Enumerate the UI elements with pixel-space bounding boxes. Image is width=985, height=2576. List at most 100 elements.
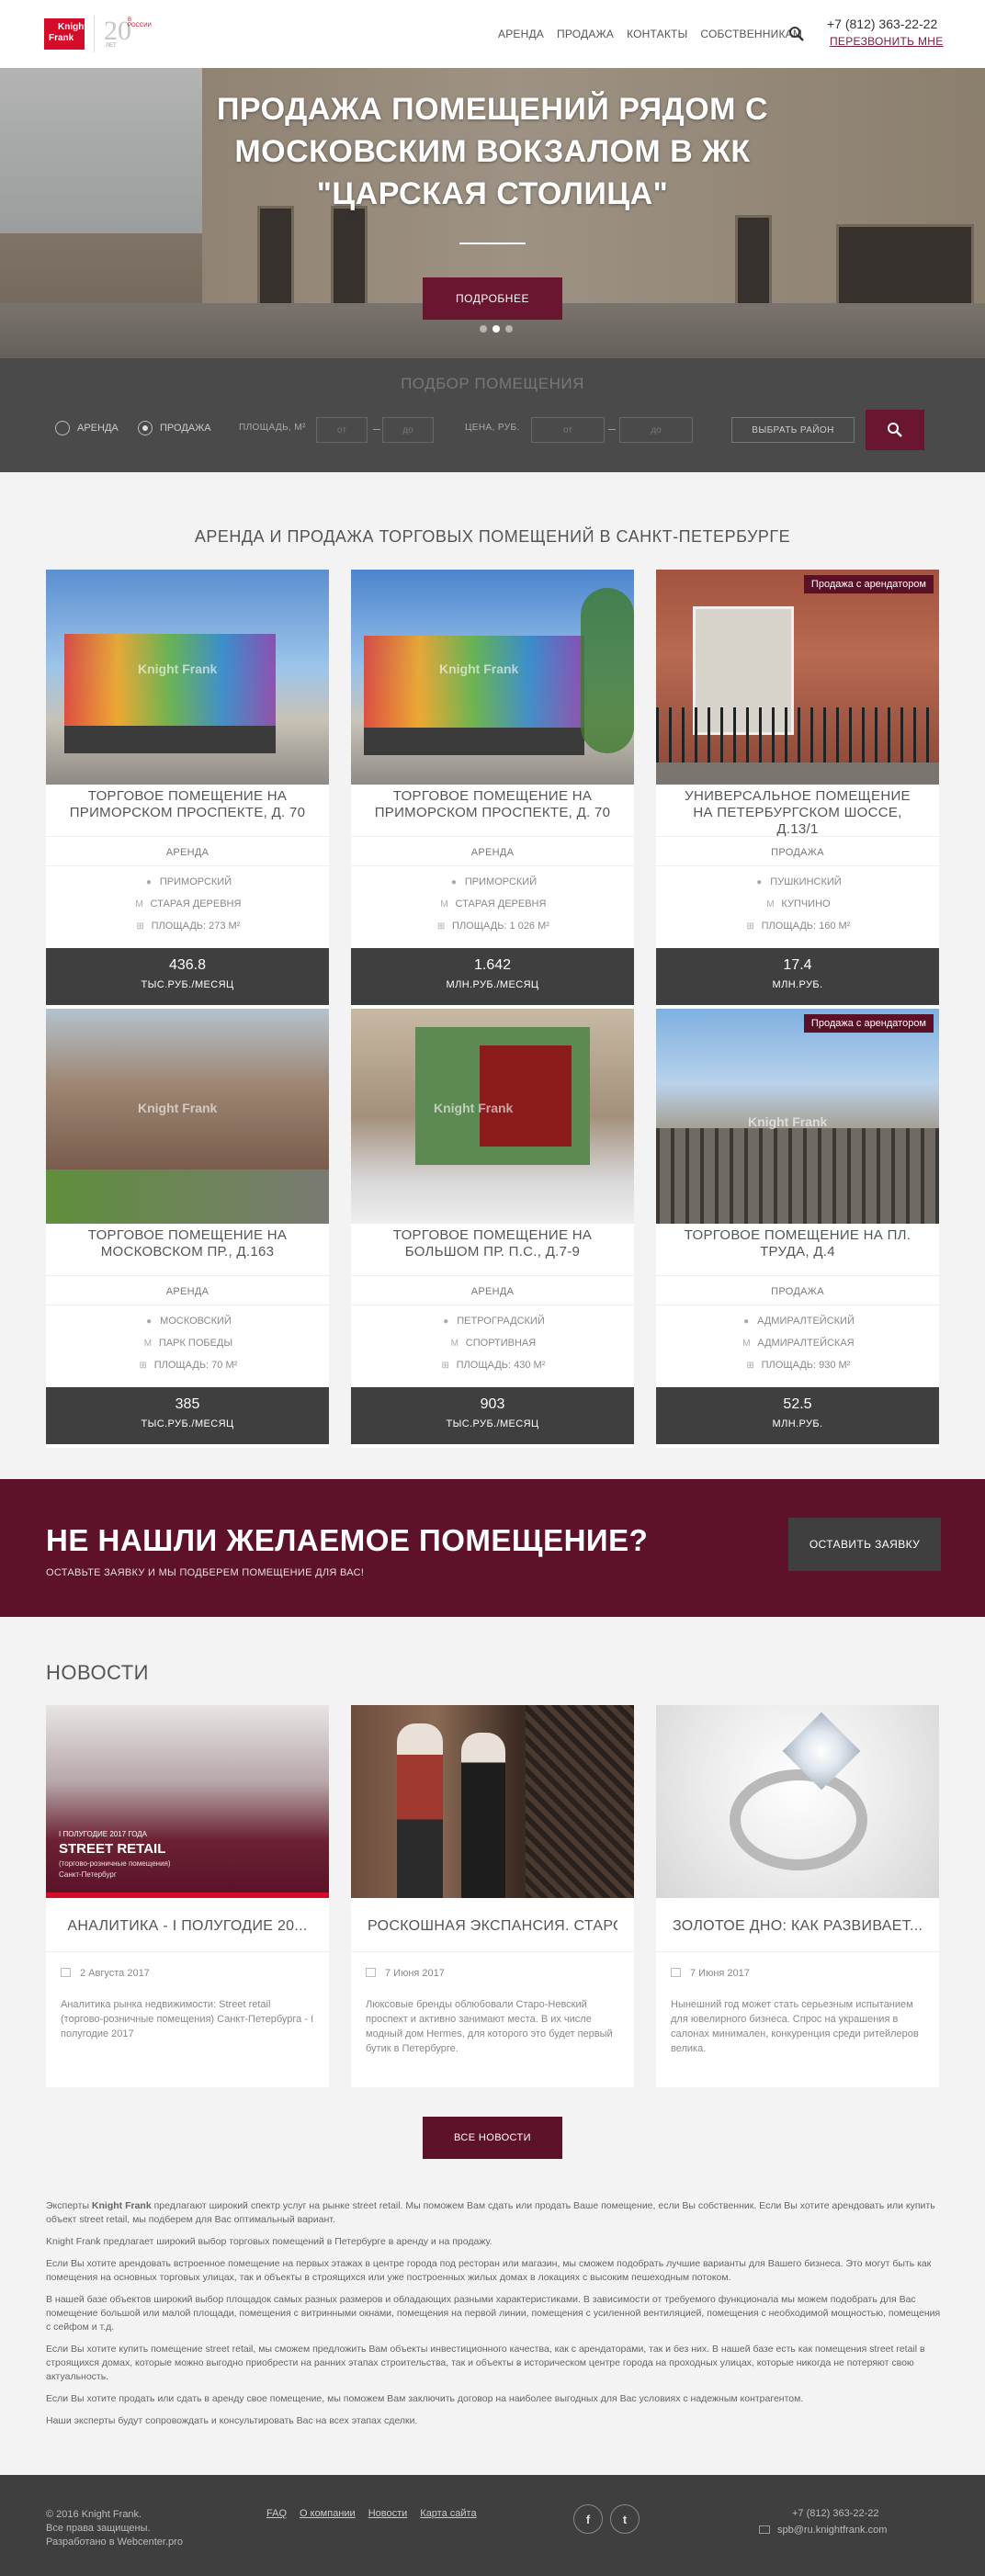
listing-title[interactable]: ТОРГОВОЕ ПОМЕЩЕНИЕ НА ПРИМОРСКОМ ПРОСПЕК… [64,788,311,821]
footer-link-news[interactable]: Новости [368,2508,408,2519]
nav-owners[interactable]: СОБСТВЕННИКАМ [700,28,802,40]
radio-rent[interactable]: АРЕНДА [55,421,119,435]
seo-text: Эксперты Knight Frank предлагают широкий… [46,2199,943,2436]
twitter-icon[interactable]: t [610,2504,640,2534]
search-icon[interactable] [788,26,805,42]
all-news-button[interactable]: ВСЕ НОВОСТИ [423,2117,562,2159]
seo-paragraph: Эксперты Knight Frank предлагают широкий… [46,2199,943,2227]
radio-sale-label: ПРОДАЖА [160,423,211,434]
radio-rent-label: АРЕНДА [77,423,119,434]
listing-metro: М СПОРТИВНАЯ [351,1338,634,1349]
price-unit: ТЫС.РУБ./МЕСЯЦ [141,979,234,990]
metro-icon: М [450,1339,459,1349]
news-title-text[interactable]: АНАЛИТИКА - I ПОЛУГОДИЕ 20... [62,1918,312,1935]
listing-title[interactable]: ТОРГОВОЕ ПОМЕЩЕНИЕ НА ПРИМОРСКОМ ПРОСПЕК… [369,788,616,821]
nav-rent[interactable]: АРЕНДА [498,28,544,40]
header-phone[interactable]: +7 (812) 363-22-22 [827,17,937,31]
seo-paragraph: Если Вы хотите арендовать встроенное пом… [46,2258,932,2283]
seo-paragraph: Knight Frank предлагает широкий выбор то… [46,2236,492,2247]
slider-dot[interactable] [505,325,513,333]
listing-district: ● ПРИМОРСКИЙ [351,876,634,887]
listing-title[interactable]: ТОРГОВОЕ ПОМЕЩЕНИЕ НА ПЛ. ТРУДА, Д.4 [674,1227,921,1260]
developer-credit[interactable]: Разработано в Webcenter.pro [46,2536,183,2549]
nav-sale[interactable]: ПРОДАЖА [557,28,614,40]
listing-title[interactable]: УНИВЕРСАЛЬНОЕ ПОМЕЩЕНИЕ НА ПЕТЕРБУРГСКОМ… [674,788,921,838]
news-img-stripe [46,1892,329,1898]
price-value: 52.5 [783,1396,812,1412]
listing-district: ● ПУШКИНСКИЙ [656,876,939,887]
price-from-input[interactable]: от [531,417,605,443]
footer-phone[interactable]: +7 (812) 363-22-22 [792,2508,878,2519]
location-pin-icon: ● [756,877,763,887]
news-card[interactable]: ЗОЛОТОЕ ДНО: КАК РАЗВИВАЕТ... 7 Июня 201… [656,1705,939,2087]
listing-card[interactable]: Knight Frank ТОРГОВОЕ ПОМЕЩЕНИЕ НА ПРИМО… [46,570,329,1009]
tree [581,588,634,753]
listing-price: 903 ТЫС.РУБ./МЕСЯЦ [351,1387,634,1444]
price-value: 436.8 [168,957,207,973]
filter-search-button[interactable] [866,410,924,450]
area-from-input[interactable]: от [316,417,368,443]
listing-card[interactable]: Knight Frank ТОРГОВОЕ ПОМЕЩЕНИЕ НА БОЛЬШ… [351,1009,634,1448]
listing-title[interactable]: ТОРГОВОЕ ПОМЕЩЕНИЕ НА МОСКОВСКОМ ПР., Д.… [64,1227,311,1260]
news-img-caption: STREET RETAIL [59,1841,166,1857]
listing-image: Knight Frank [351,570,634,785]
listing-image: Knight Frank [351,1009,634,1224]
listing-image: Knight Frank [656,1009,939,1224]
listing-deal: АРЕНДА [470,1286,515,1297]
footer-email[interactable]: spb@ru.knightfrank.com [759,2525,887,2536]
price-unit: ТЫС.РУБ./МЕСЯЦ [141,1418,234,1429]
leave-request-button[interactable]: ОСТАВИТЬ ЗАЯВКУ [788,1518,941,1571]
listing-title[interactable]: ТОРГОВОЕ ПОМЕЩЕНИЕ НА БОЛЬШОМ ПР. П.С., … [369,1227,616,1260]
price-value: 1.642 [473,957,512,973]
seo-paragraph: Наши эксперты будут сопровождать и консу… [46,2415,418,2426]
footer-link-faq[interactable]: FAQ [266,2508,287,2519]
radio-circle[interactable] [55,421,70,435]
listing-image: Knight Frank [46,1009,329,1224]
footer-email-text[interactable]: spb@ru.knightfrank.com [777,2525,887,2536]
news-img-caption: Санкт-Петербург [59,1870,117,1879]
nav-contacts[interactable]: КОНТАКТЫ [627,28,687,40]
listing-area: ⊞ ПЛОЩАДЬ: 273 М² [46,921,329,932]
news-title: НОВОСТИ [46,1661,149,1684]
listing-card[interactable]: Knight Frank ТОРГОВОЕ ПОМЕЩЕНИЕ НА МОСКО… [46,1009,329,1448]
news-card[interactable]: I ПОЛУГОДИЕ 2017 ГОДА STREET RETAIL (тор… [46,1705,329,2087]
hero-more-button[interactable]: ПОДРОБНЕЕ [423,277,562,320]
price-dash [608,429,616,430]
footer-link-sitemap[interactable]: Карта сайта [420,2508,476,2519]
slider-dot-active[interactable] [492,325,500,333]
area-icon: ⊞ [746,1361,754,1371]
news-card[interactable]: РОСКОШНАЯ ЭКСПАНСИЯ. СТАРО... 7 Июня 201… [351,1705,634,2087]
area-text: ПЛОЩАДЬ: 273 М² [151,921,241,932]
listing-card[interactable]: Продажа с арендатором УНИВЕРСАЛЬНОЕ ПОМЕ… [656,570,939,1009]
footer-link-about[interactable]: О компании [300,2508,356,2519]
news-title-text[interactable]: ЗОЛОТОЕ ДНО: КАК РАЗВИВАЕТ... [673,1918,923,1935]
calendar-icon [61,1968,71,1977]
listing-card[interactable]: Knight Frank Продажа с арендатором ТОРГО… [656,1009,939,1448]
listing-deal: АРЕНДА [165,1286,209,1297]
area-text: ПЛОЩАДЬ: 930 М² [761,1360,851,1371]
listing-area: ⊞ ПЛОЩАДЬ: 1 026 М² [351,921,634,932]
news-title-text[interactable]: РОСКОШНАЯ ЭКСПАНСИЯ. СТАРО... [368,1918,617,1935]
slider-dots [480,325,513,333]
radio-circle-checked[interactable] [138,421,153,435]
price-unit: ТЫС.РУБ./МЕСЯЦ [446,1418,539,1429]
area-text: ПЛОЩАДЬ: 430 М² [456,1360,546,1371]
district-text: ПЕТРОГРАДСКИЙ [457,1316,545,1327]
listing-price: 1.642 МЛН.РУБ./МЕСЯЦ [351,948,634,1005]
listing-card[interactable]: Knight Frank ТОРГОВОЕ ПОМЕЩЕНИЕ НА ПРИМО… [351,570,634,1009]
radio-sale[interactable]: ПРОДАЖА [138,421,211,435]
metro-icon: М [135,899,143,910]
listing-district: ● АДМИРАЛТЕЙСКИЙ [656,1316,939,1327]
logo[interactable]: Knight Frank 20 В РОССИИ ЛЕТ [44,14,153,54]
search-filter: ПОДБОР ПОМЕЩЕНИЯ АРЕНДА ПРОДАЖА ПЛОЩАДЬ,… [0,358,985,472]
price-to-input[interactable]: до [619,417,693,443]
facebook-icon[interactable]: f [573,2504,603,2534]
callback-link[interactable]: ПЕРЕЗВОНИТЬ МНЕ [830,35,944,48]
listing-area: ⊞ ПЛОЩАДЬ: 430 М² [351,1360,634,1371]
area-to-input[interactable]: до [382,417,434,443]
divider [351,1951,634,1952]
slider-dot[interactable] [480,325,487,333]
mannequin [461,1733,505,1898]
choose-district-button[interactable]: ВЫБРАТЬ РАЙОН [731,417,855,443]
listing-district: ● ПЕТРОГРАДСКИЙ [351,1316,634,1327]
